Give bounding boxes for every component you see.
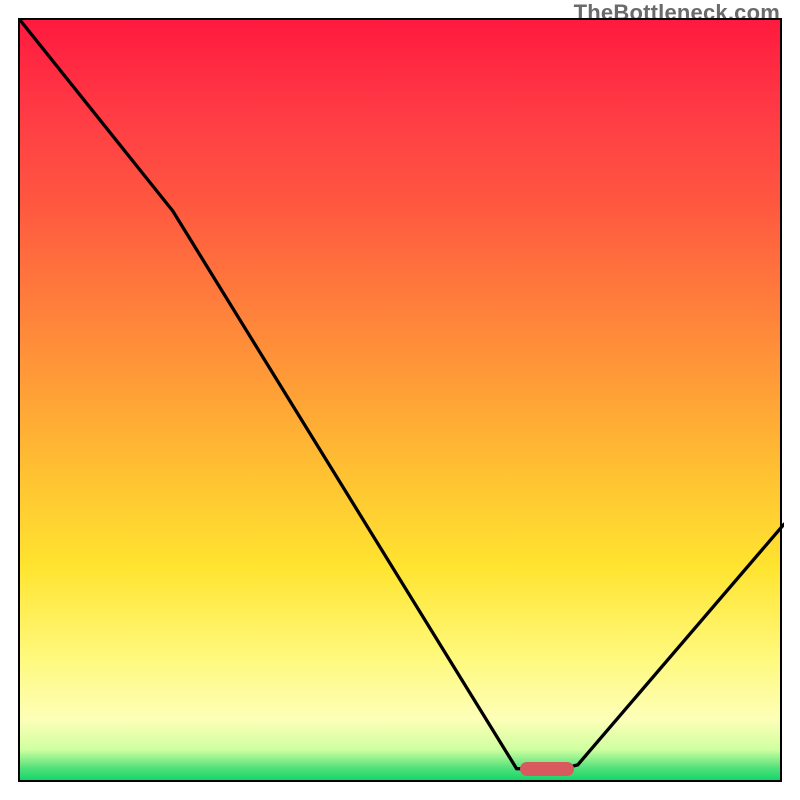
bottleneck-curve-path xyxy=(20,20,784,769)
chart-frame: TheBottleneck.com xyxy=(0,0,800,800)
plot-area xyxy=(18,18,782,782)
curve-svg xyxy=(20,20,784,784)
optimal-segment-marker xyxy=(520,762,573,776)
